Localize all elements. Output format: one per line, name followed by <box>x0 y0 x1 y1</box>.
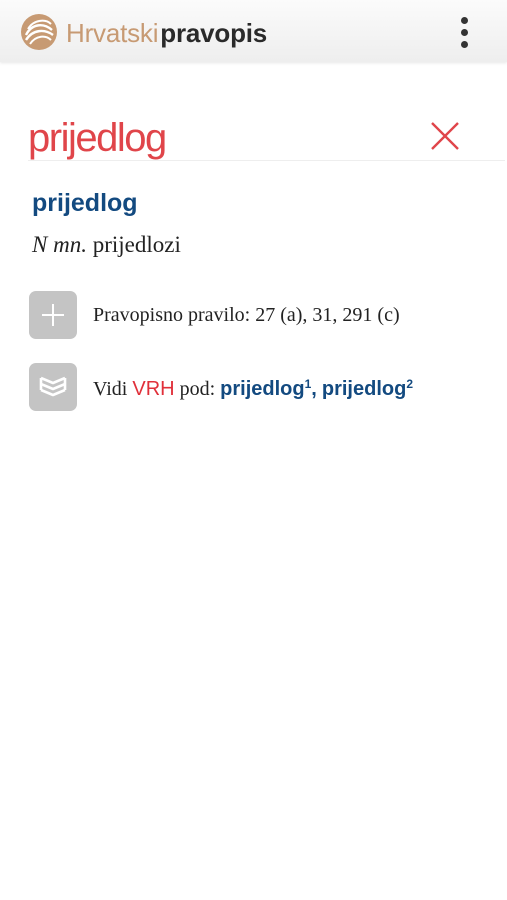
rule-row[interactable]: Pravopisno pravilo: 27 (a), 31, 291 (c) <box>29 291 499 339</box>
see-also-separator: , <box>311 378 317 400</box>
app-title-bold: pravopis <box>160 18 268 48</box>
grammar-form: prijedlozi <box>92 232 181 257</box>
see-also-source: VRH <box>132 378 175 400</box>
entry-grammar: N mn. prijedlozi <box>32 232 181 258</box>
book-stack-icon[interactable] <box>29 363 77 411</box>
search-divider <box>28 160 505 161</box>
see-also-link-1-label: prijedlog <box>220 378 305 400</box>
grammar-abbreviation: N mn. <box>32 232 87 257</box>
more-vert-icon-dot <box>460 28 468 36</box>
overflow-menu-button[interactable] <box>446 12 482 52</box>
see-also-link-2-label: prijedlog <box>321 378 407 400</box>
more-vert-icon-dot <box>460 40 468 48</box>
search-input[interactable] <box>28 114 408 162</box>
app-title: Hrvatskipravopis <box>66 18 267 48</box>
plus-icon[interactable] <box>29 291 77 339</box>
see-also-link-1[interactable]: prijedlog1 <box>220 377 311 400</box>
entry-headword: prijedlog <box>32 189 138 217</box>
spiral-logo-icon <box>21 14 57 50</box>
see-also-prefix: Vidi <box>93 378 128 400</box>
search-bar <box>0 62 507 162</box>
see-also-link-2[interactable]: prijedlog2 <box>321 377 413 400</box>
app-title-light: Hrvatski <box>66 18 159 48</box>
more-vert-icon <box>460 16 468 24</box>
app-bar: Hrvatskipravopis <box>0 0 507 62</box>
see-also-text: Vidi VRH pod: prijedlog1, prijedlog2 <box>93 377 413 401</box>
close-icon[interactable] <box>428 119 462 153</box>
rule-text: Pravopisno pravilo: 27 (a), 31, 291 (c) <box>93 304 400 326</box>
see-also-row: Vidi VRH pod: prijedlog1, prijedlog2 <box>29 363 499 411</box>
see-also-link-2-index: 2 <box>406 377 413 391</box>
see-also-middle: pod: <box>179 378 216 400</box>
